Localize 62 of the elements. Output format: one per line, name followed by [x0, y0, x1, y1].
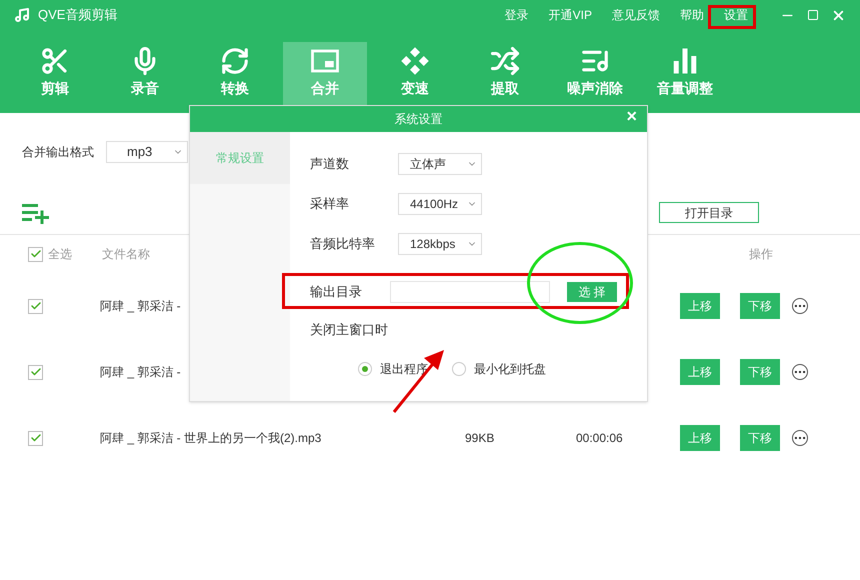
select-all-label: 全选 — [48, 246, 72, 263]
setting-label: 声道数 — [310, 155, 350, 174]
format-select[interactable]: mp3 — [106, 141, 188, 163]
add-list-icon[interactable] — [22, 202, 50, 224]
more-icon[interactable] — [792, 430, 808, 446]
checkbox[interactable] — [28, 364, 43, 380]
column-header: 操作 — [749, 246, 773, 263]
more-icon[interactable] — [792, 298, 808, 314]
window-title: QVE音频剪辑 — [38, 6, 118, 24]
choose-button[interactable]: 选 择 — [567, 282, 617, 302]
setting-label: 采样率 — [310, 195, 350, 214]
toolbar-tab[interactable]: 噪声消除 — [553, 42, 637, 110]
shuffle-icon — [490, 46, 520, 76]
move-up-button[interactable]: 上移 — [680, 359, 720, 385]
checkbox[interactable] — [28, 430, 43, 446]
radio-button[interactable] — [358, 362, 372, 376]
file-name: 阿肆 _ 郭采洁 - 世界上的另一个我(2).mp3 — [100, 431, 322, 445]
toolbar-tab[interactable]: 音量调整 — [643, 42, 727, 110]
highlight-frame — [708, 5, 756, 29]
toolbar-tab[interactable]: 转换 — [193, 42, 277, 110]
menu-link[interactable]: 登录 — [504, 6, 529, 24]
setting-select[interactable]: 44100Hz — [398, 193, 482, 215]
column-header: 文件名称 — [102, 246, 150, 263]
file-name: 阿肆 _ 郭采洁 - — [100, 365, 181, 379]
dialog-title: 系统设置 — [394, 111, 442, 128]
setting-label: 音频比特率 — [310, 235, 376, 254]
diamonds-icon — [400, 46, 430, 76]
file-size: 99KB — [465, 430, 496, 447]
format-label: 合并输出格式 — [22, 144, 94, 161]
more-icon[interactable] — [792, 364, 808, 380]
file-duration: 00:00:06 — [576, 430, 624, 447]
refresh-icon — [220, 46, 250, 76]
maximize-icon[interactable] — [807, 9, 819, 21]
menu-link[interactable]: 意见反馈 — [612, 6, 660, 24]
close-behavior-label: 关闭主窗口时 — [310, 321, 389, 339]
move-up-button[interactable]: 上移 — [680, 425, 720, 451]
toolbar-tab[interactable]: 提取 — [463, 42, 547, 110]
toolbar-tab[interactable]: 变速 — [373, 42, 457, 110]
setting-select[interactable]: 128kbps — [398, 233, 482, 255]
file-name: 阿肆 _ 郭采洁 - — [100, 299, 181, 313]
open-folder-button[interactable]: 打开目录 — [659, 202, 759, 223]
toolbar-tab[interactable]: 录音 — [103, 42, 187, 110]
move-up-button[interactable]: 上移 — [680, 293, 720, 319]
radio-label: 最小化到托盘 — [474, 360, 546, 378]
output-folder-field[interactable] — [390, 281, 550, 303]
menu-link[interactable]: 开通VIP — [548, 6, 592, 24]
sidebar-tab[interactable]: 常规设置 — [190, 132, 290, 184]
toolbar-tab[interactable]: 剪辑 — [13, 42, 97, 110]
setting-select[interactable]: 立体声 — [398, 153, 482, 175]
move-down-button[interactable]: 下移 — [740, 293, 780, 319]
dialog-close-button[interactable]: × — [626, 107, 637, 125]
menu-link[interactable]: 设置 — [724, 6, 748, 24]
move-down-button[interactable]: 下移 — [740, 359, 780, 385]
radio-button[interactable] — [452, 362, 466, 376]
setting-label: 输出目录 — [310, 283, 363, 302]
menu-link[interactable]: 帮助 — [680, 6, 704, 24]
pointer-arrow — [392, 348, 446, 414]
music-note-icon — [14, 7, 30, 23]
radio-label: 退出程序 — [380, 360, 428, 378]
checkbox[interactable] — [28, 298, 43, 314]
move-down-button[interactable]: 下移 — [740, 425, 780, 451]
checkbox[interactable] — [28, 246, 43, 262]
